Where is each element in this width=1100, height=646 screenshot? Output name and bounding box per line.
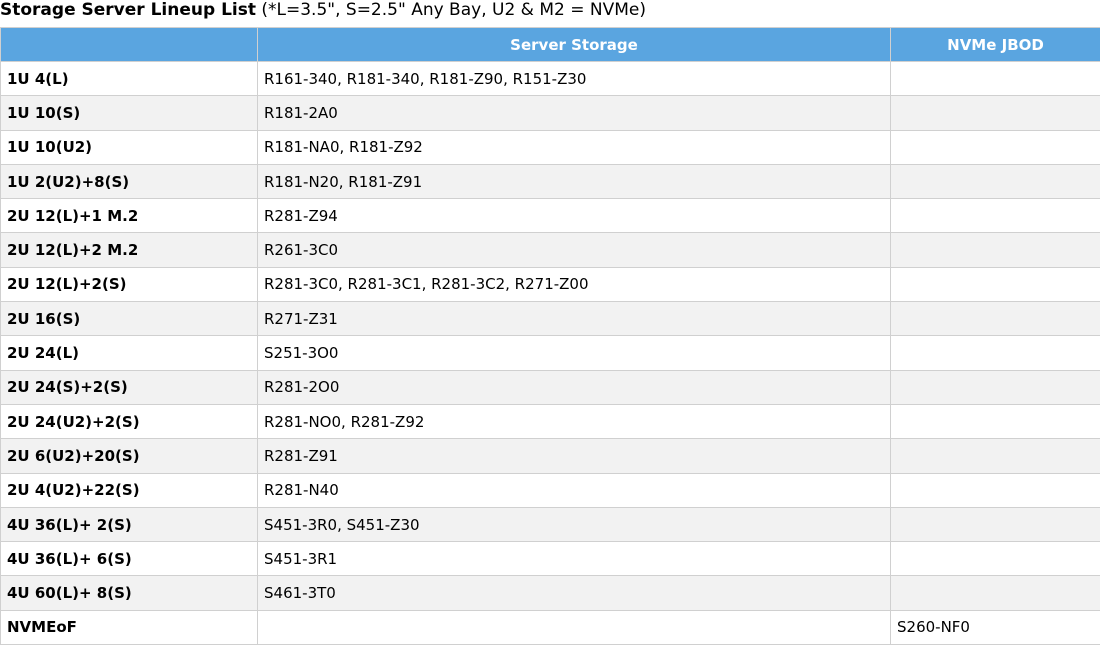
table-row: 4U 36(L)+ 2(S) S451-3R0, S451-Z30: [0, 506, 1100, 543]
cell-server-storage: R161-340, R181-340, R181-Z90, R151-Z30: [257, 60, 891, 97]
cell-config: 1U 2(U2)+8(S): [0, 163, 258, 200]
cell-server-storage: R281-N40: [257, 472, 891, 508]
cell-config: 1U 4(L): [0, 60, 258, 97]
table-body: 1U 4(L) R161-340, R181-340, R181-Z90, R15…: [0, 60, 1100, 646]
title-main: Storage Server Lineup List: [0, 0, 256, 20]
cell-nvme-jbod: [890, 198, 1100, 234]
table-row: 2U 16(S) R271-Z31: [0, 301, 1100, 337]
cell-server-storage: R281-Z94: [257, 198, 891, 234]
table-row: NVMEoF S260-NF0: [0, 609, 1100, 646]
cell-server-storage: R181-NA0, R181-Z92: [257, 129, 891, 165]
cell-server-storage: S451-3R0, S451-Z30: [257, 506, 891, 543]
cell-server-storage: S251-3O0: [257, 335, 891, 371]
cell-server-storage: S461-3T0: [257, 575, 891, 611]
cell-config: 2U 24(L): [0, 335, 258, 371]
cell-server-storage: [257, 609, 891, 646]
cell-nvme-jbod: [890, 95, 1100, 131]
cell-config: 1U 10(S): [0, 95, 258, 131]
cell-nvme-jbod: [890, 472, 1100, 508]
cell-nvme-jbod: [890, 163, 1100, 200]
table-row: 2U 4(U2)+22(S) R281-N40: [0, 472, 1100, 508]
cell-nvme-jbod: [890, 335, 1100, 371]
table-row: 2U 24(L) S251-3O0: [0, 335, 1100, 371]
cell-nvme-jbod: [890, 301, 1100, 337]
cell-config: 2U 6(U2)+20(S): [0, 438, 258, 474]
table-row: 1U 4(L) R161-340, R181-340, R181-Z90, R15…: [0, 60, 1100, 97]
cell-config: 4U 36(L)+ 6(S): [0, 541, 258, 577]
cell-nvme-jbod: [890, 60, 1100, 97]
cell-nvme-jbod: [890, 369, 1100, 405]
table-row: 2U 12(L)+1 M.2 R281-Z94: [0, 198, 1100, 234]
cell-server-storage: R271-Z31: [257, 301, 891, 337]
cell-nvme-jbod: [890, 266, 1100, 303]
cell-server-storage: S451-3R1: [257, 541, 891, 577]
cell-nvme-jbod: [890, 438, 1100, 474]
lineup-table: Server Storage NVMe JBOD 1U 4(L) R161-340…: [0, 27, 1100, 646]
page-title: Storage Server Lineup List (*L=3.5", S=2…: [0, 0, 1100, 27]
cell-config: NVMEoF: [0, 609, 258, 646]
table-row: 2U 12(L)+2(S) R281-3C0, R281-3C1, R281-3C…: [0, 266, 1100, 303]
table-row: 2U 6(U2)+20(S) R281-Z91: [0, 438, 1100, 474]
table-row: 1U 10(S) R181-2A0: [0, 95, 1100, 131]
title-note: (*L=3.5", S=2.5" Any Bay, U2 & M2 = NVMe…: [255, 0, 646, 20]
table-row: 4U 60(L)+ 8(S) S461-3T0: [0, 575, 1100, 611]
table-row: 4U 36(L)+ 6(S) S451-3R1: [0, 541, 1100, 577]
table-header-row: Server Storage NVMe JBOD: [0, 27, 1100, 62]
header-config: [0, 27, 258, 62]
cell-nvme-jbod: [890, 575, 1100, 611]
page: Storage Server Lineup List (*L=3.5", S=2…: [0, 0, 1100, 646]
cell-nvme-jbod: S260-NF0: [890, 609, 1100, 646]
table-row: 2U 24(S)+2(S) R281-2O0: [0, 369, 1100, 405]
cell-server-storage: R281-Z91: [257, 438, 891, 474]
header-nvme-jbod: NVMe JBOD: [890, 27, 1100, 62]
cell-server-storage: R281-2O0: [257, 369, 891, 405]
cell-config: 2U 24(S)+2(S): [0, 369, 258, 405]
cell-config: 1U 10(U2): [0, 129, 258, 165]
table-row: 1U 2(U2)+8(S) R181-N20, R181-Z91: [0, 163, 1100, 200]
cell-nvme-jbod: [890, 129, 1100, 165]
cell-nvme-jbod: [890, 541, 1100, 577]
cell-config: 2U 4(U2)+22(S): [0, 472, 258, 508]
cell-server-storage: R281-3C0, R281-3C1, R281-3C2, R271-Z00: [257, 266, 891, 303]
cell-config: 4U 36(L)+ 2(S): [0, 506, 258, 543]
table-row: 2U 24(U2)+2(S) R281-NO0, R281-Z92: [0, 403, 1100, 440]
cell-nvme-jbod: [890, 403, 1100, 440]
cell-nvme-jbod: [890, 506, 1100, 543]
cell-config: 2U 12(L)+1 M.2: [0, 198, 258, 234]
table-row: 2U 12(L)+2 M.2 R261-3C0: [0, 232, 1100, 268]
cell-server-storage: R281-NO0, R281-Z92: [257, 403, 891, 440]
cell-nvme-jbod: [890, 232, 1100, 268]
cell-config: 2U 12(L)+2 M.2: [0, 232, 258, 268]
cell-config: 2U 24(U2)+2(S): [0, 403, 258, 440]
cell-config: 4U 60(L)+ 8(S): [0, 575, 258, 611]
cell-config: 2U 12(L)+2(S): [0, 266, 258, 303]
cell-server-storage: R181-2A0: [257, 95, 891, 131]
table-row: 1U 10(U2) R181-NA0, R181-Z92: [0, 129, 1100, 165]
cell-server-storage: R181-N20, R181-Z91: [257, 163, 891, 200]
cell-config: 2U 16(S): [0, 301, 258, 337]
header-server-storage: Server Storage: [257, 27, 891, 62]
cell-server-storage: R261-3C0: [257, 232, 891, 268]
